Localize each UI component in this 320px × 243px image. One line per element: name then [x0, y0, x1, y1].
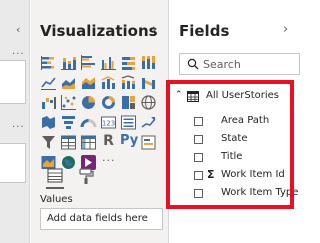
100-percent-bar-chart-icon[interactable] [120, 54, 137, 71]
scatter-chart-icon[interactable] [60, 94, 77, 111]
collapse-visualizations-chevron-icon[interactable]: › [152, 22, 157, 37]
key-influencers-icon[interactable] [140, 134, 157, 151]
visualizations-title: Visualizations [40, 22, 158, 40]
clustered-bar-chart-icon[interactable] [80, 54, 97, 71]
area-chart-icon[interactable] [60, 74, 77, 91]
filter-card[interactable] [0, 143, 26, 183]
fields-well-tab[interactable] [46, 167, 64, 185]
python-visual-glyph: Py [120, 133, 139, 148]
collapse-fields-chevron-icon[interactable]: › [283, 22, 288, 37]
values-drop-zone[interactable]: Add data fields here [40, 208, 163, 230]
treemap-icon[interactable] [120, 94, 137, 111]
clustered-column-chart-icon[interactable] [100, 54, 117, 71]
stacked-area-chart-icon[interactable] [80, 74, 97, 91]
filter-card-more-icon[interactable]: ··· [12, 49, 25, 60]
python-visual-icon[interactable]: Py [120, 133, 139, 151]
fields-well-icon [47, 168, 63, 183]
pie-chart-icon[interactable] [80, 94, 97, 111]
visual-gallery: 123 R Py ··· [40, 54, 157, 171]
collapse-filters-chevron-icon[interactable]: ‹ [16, 23, 20, 36]
format-tab[interactable] [77, 167, 95, 185]
100-percent-column-chart-icon[interactable] [140, 54, 157, 71]
visualization-subtabs [46, 167, 106, 189]
gauge-icon[interactable] [80, 114, 97, 131]
filters-pane: ‹ ··· ··· [0, 0, 30, 243]
active-tab-indicator [46, 187, 64, 189]
svg-text:123: 123 [102, 120, 115, 128]
waterfall-chart-icon[interactable] [40, 94, 57, 111]
kpi-icon[interactable] [140, 114, 157, 131]
donut-chart-icon[interactable] [100, 94, 117, 111]
search-input[interactable]: Search [179, 53, 300, 75]
filter-card[interactable] [0, 60, 26, 104]
more-visuals-glyph: ··· [102, 154, 116, 167]
search-icon [187, 58, 199, 70]
slicer-icon[interactable] [40, 134, 57, 151]
fields-title: Fields [179, 22, 230, 40]
stacked-column-chart-icon[interactable] [60, 54, 77, 71]
funnel-chart-icon[interactable] [60, 114, 77, 131]
r-visual-icon[interactable]: R [100, 133, 117, 151]
filled-map-icon[interactable] [40, 114, 57, 131]
multi-row-card-icon[interactable] [120, 114, 137, 131]
table-icon[interactable] [60, 134, 77, 151]
values-well-label: Values [40, 194, 73, 205]
filter-card-more-icon[interactable]: ··· [12, 122, 25, 133]
matrix-icon[interactable] [80, 134, 97, 151]
search-placeholder: Search [203, 58, 241, 71]
card-icon[interactable]: 123 [100, 114, 117, 131]
visualizations-pane: Visualizations › 123 R Py ··· Values Add… [31, 0, 169, 243]
paint-roller-icon [79, 168, 94, 184]
ribbon-chart-icon[interactable] [140, 74, 157, 91]
line-stacked-column-chart-icon[interactable] [120, 74, 137, 91]
stacked-bar-chart-icon[interactable] [40, 54, 57, 71]
map-icon[interactable] [140, 94, 157, 111]
r-visual-glyph: R [103, 133, 114, 149]
highlight-box [166, 80, 294, 209]
line-chart-icon[interactable] [40, 74, 57, 91]
line-column-chart-icon[interactable] [100, 74, 117, 91]
